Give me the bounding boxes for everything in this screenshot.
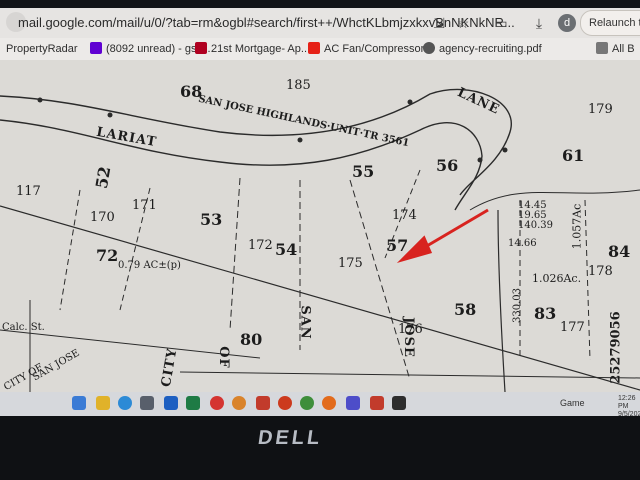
app-icon[interactable] — [256, 396, 270, 410]
relaunch-button[interactable]: Relaunch to u — [580, 10, 640, 36]
parcel-acreage: 1.026Ac. — [532, 272, 582, 285]
lot-number: 57 — [386, 236, 409, 255]
bookmark-label: PropertyRadar — [6, 43, 78, 55]
yahoo-mail-icon — [90, 42, 102, 54]
lot-number: 61 — [562, 146, 585, 165]
edge-icon[interactable] — [118, 396, 132, 410]
lot-number: 54 — [275, 240, 298, 259]
excel-icon[interactable] — [186, 396, 200, 410]
app-icon[interactable] — [322, 396, 336, 410]
lot-number: 172 — [248, 238, 273, 253]
app-icon[interactable] — [278, 396, 292, 410]
bookmark-ac-fan[interactable]: AC Fan/Compressor... — [308, 41, 433, 57]
bookmark-label: All B — [612, 43, 635, 55]
lot-number: 68 — [180, 82, 203, 101]
store-icon[interactable] — [140, 396, 154, 410]
bookmark-icon — [195, 42, 207, 54]
lot-number: 80 — [240, 330, 263, 349]
bookmark-21st-mortgage[interactable]: 21st Mortgage- Ap... — [195, 41, 310, 57]
download-icon[interactable]: ⤓ — [530, 14, 548, 32]
lot-number: 176 — [398, 322, 423, 337]
sidebar-icon[interactable]: ▭ — [492, 14, 510, 32]
dimension-text: 330.03 — [512, 288, 523, 323]
lot-number: 179 — [588, 102, 613, 117]
lot-number: 171 — [132, 198, 157, 213]
dell-logo: DELL — [256, 427, 324, 449]
bookmark-agency-recruiting[interactable]: agency-recruiting.pdf — [423, 41, 542, 57]
lot-number: 52 — [91, 164, 115, 191]
parcel-acreage: 0.79 AC±(p) — [118, 260, 181, 271]
app-icon[interactable] — [300, 396, 314, 410]
clock-time: 12:26 PM — [618, 395, 636, 410]
game-label[interactable]: Game — [560, 398, 585, 408]
lot-number: 53 — [200, 210, 223, 229]
youtube-icon — [308, 42, 320, 54]
parcel-acreage: 1.057Ac — [570, 203, 584, 250]
bookmark-label: 21st Mortgage- Ap... — [211, 43, 311, 55]
chrome-icon[interactable] — [232, 396, 246, 410]
lot-number: 83 — [534, 304, 557, 323]
road-label-san: SAN — [297, 305, 313, 340]
globe-icon — [423, 42, 435, 54]
folder-icon — [596, 42, 608, 54]
lot-number: 58 — [454, 300, 477, 319]
lot-number: 170 — [90, 210, 115, 225]
lot-number: 174 — [392, 208, 417, 223]
all-bookmarks-button[interactable]: All B — [596, 41, 635, 57]
lot-number: 55 — [352, 162, 375, 181]
road-label-of: OF — [215, 346, 231, 369]
lot-number: 178 — [588, 264, 613, 279]
lot-number: 117 — [16, 184, 41, 199]
bookmark-label: AC Fan/Compressor... — [324, 43, 433, 55]
mail-app-icon[interactable] — [72, 396, 86, 410]
app-icon[interactable] — [210, 396, 224, 410]
dimension-text: 14.66 — [508, 238, 537, 249]
parcel-map: LARIAT SAN JOSE HIGHLANDS·UNIT·TR 3561 L… — [0, 60, 640, 392]
bookmarks-bar: PropertyRadar (8092 unread) - gsis... 21… — [0, 38, 640, 61]
app-icon[interactable] — [370, 396, 384, 410]
bookmark-label: agency-recruiting.pdf — [439, 43, 542, 55]
calc-label: Calc. St. — [2, 322, 45, 333]
word-icon[interactable] — [164, 396, 178, 410]
star-icon[interactable]: ☆ — [454, 14, 472, 32]
lot-number: 185 — [286, 78, 311, 93]
lot-number: 56 — [436, 156, 459, 175]
app-icon[interactable] — [346, 396, 360, 410]
file-explorer-icon[interactable] — [96, 396, 110, 410]
taskbar: Game 12:26 PM 9/5/2023 — [0, 392, 640, 418]
lot-number: 84 — [608, 242, 631, 261]
profile-avatar[interactable]: d — [558, 14, 576, 32]
parcel-number: 25279056 — [608, 311, 624, 384]
dimension-text: 140.39 — [518, 220, 553, 231]
lot-number: 177 — [560, 320, 585, 335]
browser-toolbar: mail.google.com/mail/u/0/?tab=rm&ogbl#se… — [0, 8, 640, 38]
share-icon[interactable]: ⇲ — [430, 14, 448, 32]
lot-number: 72 — [96, 246, 119, 265]
photo-of-screen: mail.google.com/mail/u/0/?tab=rm&ogbl#se… — [0, 0, 640, 480]
lot-number: 175 — [338, 256, 363, 271]
app-icon[interactable] — [392, 396, 406, 410]
bookmark-propertyradar[interactable]: PropertyRadar — [6, 41, 78, 57]
